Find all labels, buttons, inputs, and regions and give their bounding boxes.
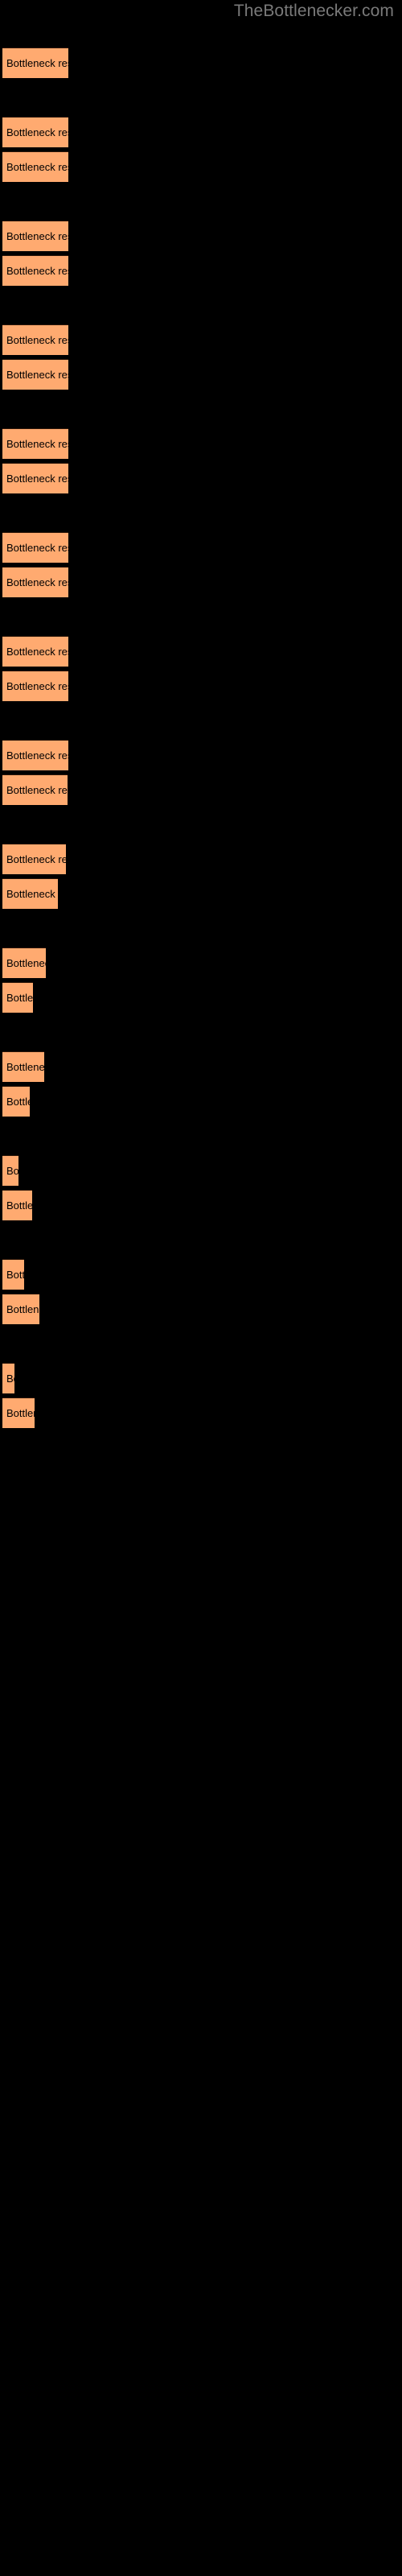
- bar-label: Bottleneck result: [6, 646, 68, 658]
- bar-label: Bottleneck result: [6, 369, 68, 381]
- bottleneck-result-bar[interactable]: Bottleneck result: [2, 1397, 35, 1428]
- bottleneck-result-bar[interactable]: Bottleneck result: [2, 844, 66, 874]
- bottleneck-result-bar[interactable]: Bottleneck result: [2, 255, 68, 286]
- bottleneck-result-bar[interactable]: Bottleneck result: [2, 1363, 14, 1393]
- bottleneck-result-bar[interactable]: Bottleneck result: [2, 1086, 30, 1117]
- bottleneck-result-bar[interactable]: Bottleneck result: [2, 151, 68, 182]
- bottleneck-result-bar[interactable]: Bottleneck result: [2, 774, 68, 805]
- bar-label: Bottleneck result: [6, 1373, 14, 1385]
- bar-label: Bottleneck result: [6, 126, 68, 138]
- bar-label: Bottleneck result: [6, 1269, 24, 1281]
- bar-label: Bottleneck result: [6, 1199, 32, 1212]
- bar-label: Bottleneck result: [6, 1407, 35, 1419]
- bottleneck-result-bar[interactable]: Bottleneck result: [2, 1294, 39, 1324]
- bar-label: Bottleneck result: [6, 1096, 30, 1108]
- bar-label: Bottleneck result: [6, 1165, 18, 1177]
- bar-label: Bottleneck result: [6, 576, 68, 588]
- bottleneck-result-bar[interactable]: Bottleneck result: [2, 117, 68, 147]
- bar-label: Bottleneck result: [6, 161, 68, 173]
- bar-label: Bottleneck result: [6, 784, 68, 796]
- bar-label: Bottleneck result: [6, 680, 68, 692]
- bottleneck-result-bar[interactable]: Bottleneck result: [2, 324, 68, 355]
- bottleneck-result-bar[interactable]: Bottleneck result: [2, 671, 68, 701]
- bottleneck-result-bar[interactable]: Bottleneck result: [2, 636, 68, 667]
- bottleneck-bar-chart: Bottleneck result Bottleneck result Bottle…: [0, 0, 402, 2576]
- bottleneck-result-bar[interactable]: Bottleneck result: [2, 463, 68, 493]
- bottleneck-result-bar[interactable]: Bottleneck result: [2, 1190, 32, 1220]
- bar-label: Bottleneck result: [6, 230, 68, 242]
- bar-label: Bottleneck result: [6, 438, 68, 450]
- bottleneck-result-bar[interactable]: Bottleneck result: [2, 221, 68, 251]
- bottleneck-result-bar[interactable]: Bottleneck result: [2, 1259, 24, 1290]
- bottleneck-result-bar[interactable]: Bottleneck result: [2, 740, 68, 770]
- bar-label: Bottleneck result: [6, 957, 46, 969]
- bottleneck-result-bar[interactable]: Bottleneck result: [2, 567, 68, 597]
- bottleneck-result-bar[interactable]: Bottleneck result: [2, 982, 33, 1013]
- bar-label: Bottleneck result: [6, 853, 66, 865]
- bar-label: Bottleneck result: [6, 334, 68, 346]
- page-root: TheBottlenecker.com Bottleneck resultBot…: [0, 0, 402, 2576]
- bar-label: Bottleneck result: [6, 265, 68, 277]
- bar-label: Bottleneck result: [6, 542, 68, 554]
- bar-label: Bottleneck result: [6, 749, 68, 762]
- bar-label: Bottleneck result: [6, 888, 58, 900]
- bar-label: Bottleneck result: [6, 992, 33, 1004]
- bottleneck-result-bar[interactable]: Bottleneck result: [2, 878, 58, 909]
- bar-label: Bottleneck result: [6, 57, 68, 69]
- bottleneck-result-bar[interactable]: Bottleneck result: [2, 532, 68, 563]
- bottleneck-result-bar[interactable]: Bottleneck result: [2, 359, 68, 390]
- bottleneck-result-bar[interactable]: Bottleneck result: [2, 1051, 44, 1082]
- bottleneck-result-bar[interactable]: Bottleneck result: [2, 947, 46, 978]
- bar-label: Bottleneck result: [6, 473, 68, 485]
- bottleneck-result-bar[interactable]: Bottleneck result: [2, 1155, 18, 1186]
- bottleneck-result-bar[interactable]: Bottleneck result: [2, 47, 68, 78]
- bar-label: Bottleneck result: [6, 1061, 44, 1073]
- bar-label: Bottleneck result: [6, 1303, 39, 1315]
- bottleneck-result-bar[interactable]: Bottleneck result: [2, 428, 68, 459]
